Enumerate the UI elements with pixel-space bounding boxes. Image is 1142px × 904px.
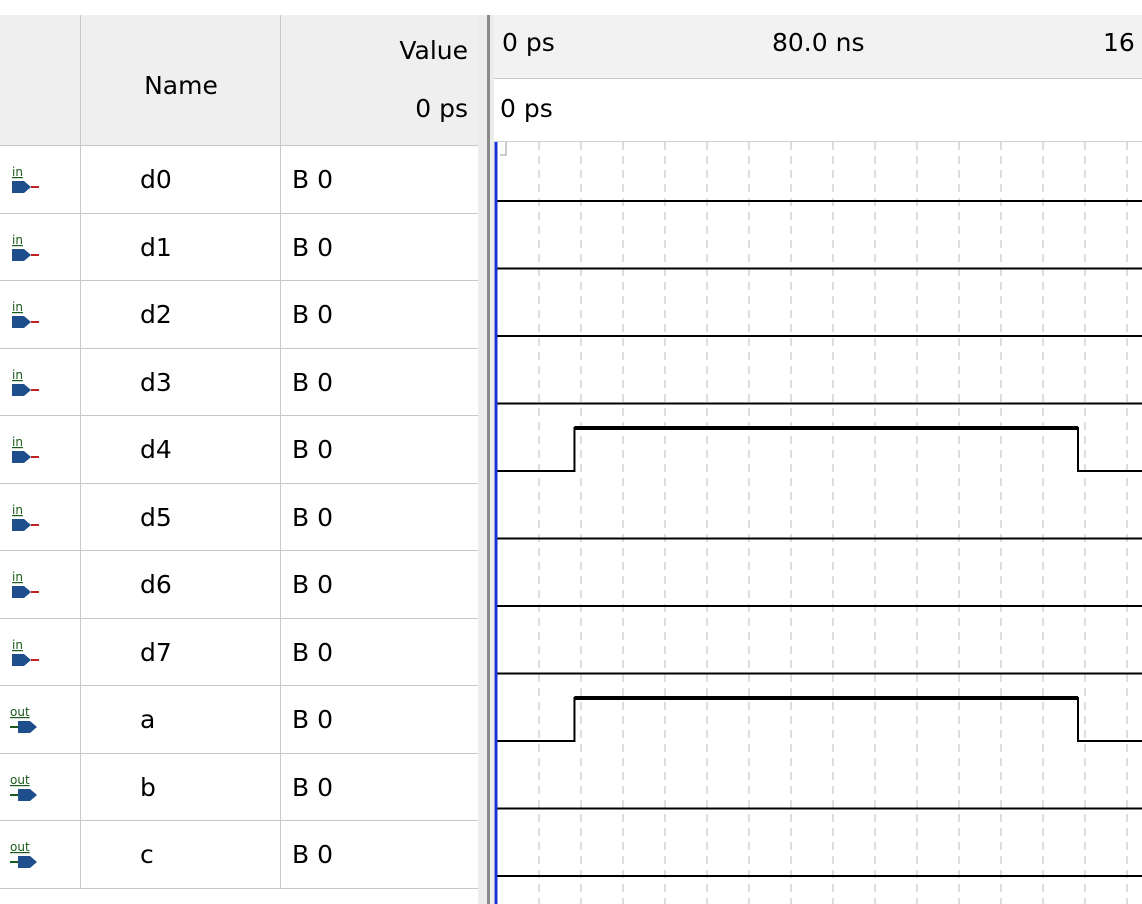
signal-row-d3[interactable]: in d3 B 0: [0, 349, 478, 416]
input-pin-icon: in: [8, 569, 44, 603]
output-pin-icon: out: [8, 839, 44, 873]
row-divider: [0, 482, 478, 484]
row-divider: [0, 752, 478, 754]
signal-row-d2[interactable]: in d2 B 0: [0, 281, 478, 348]
signal-name[interactable]: d0: [140, 146, 172, 213]
row-divider: [0, 887, 478, 889]
row-divider: [0, 685, 478, 686]
svg-text:in: in: [12, 503, 23, 517]
input-pin-icon: in: [12, 503, 39, 531]
row-divider: [0, 347, 478, 349]
waveform-d4[interactable]: [497, 427, 1142, 472]
signal-row-d6[interactable]: in d6 B 0: [0, 551, 478, 618]
signal-name[interactable]: d5: [140, 484, 172, 551]
input-pin-icon: in: [12, 435, 39, 463]
waveform-canvas[interactable]: [494, 15, 1142, 904]
row-divider: [0, 212, 478, 214]
signal-row-d0[interactable]: in d0 B 0: [0, 146, 478, 213]
output-pin-icon: out: [8, 704, 44, 738]
value-column-time: 0 ps: [415, 94, 468, 123]
input-pin-icon: in: [8, 502, 44, 536]
input-pin-icon: in: [12, 300, 39, 328]
value-column-header[interactable]: Value: [282, 32, 468, 70]
pane-splitter[interactable]: [478, 15, 494, 904]
svg-text:in: in: [12, 638, 23, 652]
signal-row-d7[interactable]: in d7 B 0: [0, 619, 478, 686]
input-pin-icon: in: [8, 367, 44, 401]
signal-row-d1[interactable]: in d1 B 0: [0, 214, 478, 281]
output-pin-icon: out: [10, 840, 37, 868]
waveform-a[interactable]: [497, 697, 1142, 742]
output-pin-icon: out: [10, 773, 37, 801]
signal-name[interactable]: a: [140, 686, 155, 753]
input-pin-icon: in: [8, 232, 44, 266]
column-divider: [80, 15, 81, 889]
signal-name[interactable]: d4: [140, 416, 172, 483]
signal-value[interactable]: B 0: [292, 551, 333, 618]
row-divider: [0, 415, 478, 416]
row-divider: [0, 145, 478, 146]
column-divider: [280, 15, 281, 889]
signal-name[interactable]: d3: [140, 349, 172, 416]
svg-text:in: in: [12, 570, 23, 584]
svg-text:out: out: [10, 840, 30, 854]
splitter-grip[interactable]: [487, 15, 490, 904]
output-pin-icon: out: [8, 772, 44, 806]
name-column-header[interactable]: Name: [82, 60, 280, 112]
svg-text:in: in: [12, 300, 23, 314]
svg-text:in: in: [12, 435, 23, 449]
signal-name[interactable]: d7: [140, 619, 172, 686]
signal-row-b[interactable]: out b B 0: [0, 754, 478, 821]
signal-row-d5[interactable]: in d5 B 0: [0, 484, 478, 551]
signal-value[interactable]: B 0: [292, 416, 333, 483]
signal-value[interactable]: B 0: [292, 754, 333, 821]
signal-value[interactable]: B 0: [292, 686, 333, 753]
signal-value[interactable]: B 0: [292, 146, 333, 213]
svg-text:out: out: [10, 773, 30, 787]
input-pin-icon: in: [12, 368, 39, 396]
input-pin-icon: in: [12, 638, 39, 666]
input-pin-icon: in: [12, 233, 39, 261]
signal-value[interactable]: B 0: [292, 484, 333, 551]
waveform-panel[interactable]: 0 ps 80.0 ns 16 0 ps: [494, 15, 1142, 904]
signal-value[interactable]: B 0: [292, 619, 333, 686]
input-pin-icon: in: [8, 299, 44, 333]
input-pin-icon: in: [12, 570, 39, 598]
signal-name[interactable]: c: [140, 821, 154, 888]
input-pin-icon: in: [8, 434, 44, 468]
row-divider: [0, 550, 478, 551]
signal-value[interactable]: B 0: [292, 214, 333, 281]
signal-value[interactable]: B 0: [292, 349, 333, 416]
signal-name[interactable]: d1: [140, 214, 172, 281]
signal-name[interactable]: d6: [140, 551, 172, 618]
input-pin-icon: in: [8, 637, 44, 671]
svg-text:out: out: [10, 705, 30, 719]
input-pin-icon: in: [8, 164, 44, 198]
svg-text:in: in: [12, 368, 23, 382]
input-pin-icon: in: [12, 165, 39, 193]
signal-value[interactable]: B 0: [292, 281, 333, 348]
signal-name[interactable]: d2: [140, 281, 172, 348]
row-divider: [0, 617, 478, 619]
signal-row-a[interactable]: out a B 0: [0, 686, 478, 753]
signal-name[interactable]: b: [140, 754, 156, 821]
signal-row-c[interactable]: out c B 0: [0, 821, 478, 888]
signal-table: Name Value 0 ps in d0 B 0 in d1 B 0 in d2 B 0 in d…: [0, 0, 480, 904]
signal-row-d4[interactable]: in d4 B 0: [0, 416, 478, 483]
svg-text:in: in: [12, 233, 23, 247]
cursor-marker: [500, 142, 507, 156]
output-pin-icon: out: [10, 705, 37, 733]
signal-value[interactable]: B 0: [292, 821, 333, 888]
row-divider: [0, 280, 478, 281]
svg-text:in: in: [12, 165, 23, 179]
row-divider: [0, 820, 478, 821]
